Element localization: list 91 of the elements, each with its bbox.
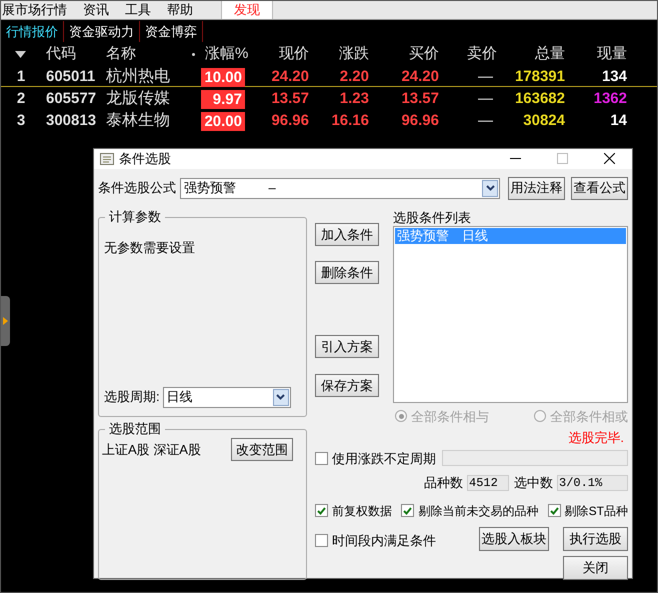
count-field: 4512 [467, 474, 509, 491]
list-label: 选股条件列表 [393, 210, 472, 226]
checkbox[interactable] [315, 504, 328, 517]
table-cell-text: 2 [16, 88, 26, 109]
column-header[interactable]: 买价 [377, 43, 447, 66]
group-title: 计算参数 [105, 208, 165, 224]
checkbox[interactable] [548, 504, 561, 517]
checkbox-label: 使用涨跌不定周期 [332, 450, 436, 468]
table-cell-text: 134 [600, 66, 628, 87]
change-badge: 9.97 [201, 90, 245, 108]
checkbox-label: 时间段内满足条件 [332, 532, 436, 550]
usage-button[interactable]: 用法注释 [508, 176, 565, 200]
period-input-field[interactable] [442, 450, 628, 466]
menu-item[interactable]: 资讯 [75, 1, 117, 19]
close-button[interactable]: 关闭 [563, 556, 628, 580]
table-cell-text: 96.96 [270, 110, 310, 131]
add-condition-button[interactable]: 加入条件 [315, 222, 379, 246]
add-to-block-button[interactable]: 选股入板块 [479, 526, 549, 550]
table-cell-text: 泰林生物 [105, 110, 171, 131]
field-label: 选股周期: [104, 388, 160, 406]
table-cell-text: 13.57 [270, 88, 310, 109]
table-cell-text: 30824 [522, 110, 566, 131]
column-header[interactable]: 现量 [573, 43, 635, 66]
table-cell-text: 1.23 [338, 88, 370, 109]
change-badge: 20.00 [201, 112, 245, 130]
tab[interactable]: 资金博弈 [140, 21, 203, 42]
column-header[interactable]: 总量 [505, 43, 573, 66]
table-cell-text: 13.57 [400, 88, 440, 109]
radio-label: 全部条件相或 [550, 408, 628, 426]
menu-item[interactable]: 发现 [221, 1, 273, 19]
menu-item[interactable]: 展市场行情 [1, 1, 75, 19]
group-title: 选股范围 [105, 420, 165, 436]
checkbox[interactable] [315, 534, 328, 547]
table-cell-text: — [477, 88, 494, 109]
period-dropdown[interactable]: 日线 [162, 386, 291, 408]
table-cell-text: 24.20 [400, 66, 440, 87]
selected-count-field: 3/0.1% [557, 474, 628, 491]
import-scheme-button[interactable]: 引入方案 [315, 334, 379, 358]
table-cell-text: 杭州热电 [105, 66, 171, 87]
delete-condition-button[interactable]: 删除条件 [315, 260, 379, 284]
menu-item[interactable]: 工具 [117, 1, 159, 19]
table-cell-text: 14 [609, 110, 628, 131]
checkbox[interactable] [315, 452, 328, 465]
table-cell-text: 24.20 [270, 66, 310, 87]
column-header[interactable]: 现价 [253, 43, 317, 66]
table-cell-text: 1 [16, 66, 26, 87]
run-screening-button[interactable]: 执行选股 [563, 526, 628, 550]
table-cell-text: 96.96 [400, 110, 440, 131]
table-cell-text: 3 [16, 110, 26, 131]
params-message: 无参数需要设置 [104, 238, 196, 256]
collapse-handle[interactable] [1, 296, 10, 346]
close-icon[interactable] [604, 153, 615, 164]
save-scheme-button[interactable]: 保存方案 [315, 374, 379, 397]
column-header[interactable]: 涨跌 [317, 43, 377, 66]
tab[interactable]: 资金驱动力 [64, 21, 140, 42]
market-scope: 上证A股 深证A股 [102, 440, 201, 459]
field-label: 条件选股公式 [98, 179, 176, 198]
field-label: 选中数 [514, 474, 553, 492]
table-cell-text: 龙版传媒 [105, 88, 171, 109]
radio-label: 全部条件相与 [411, 408, 489, 426]
table-cell-text: 605011 [45, 66, 96, 87]
table-cell-text: 605577 [45, 88, 98, 109]
column-header[interactable]: 卖价 [447, 43, 505, 66]
table-cell-text: 300813 [45, 110, 98, 131]
menu-item[interactable]: 帮助 [159, 1, 201, 19]
tab[interactable]: 行情报价 [1, 21, 64, 42]
field-label: 品种数 [424, 474, 463, 492]
table-cell-text: — [477, 110, 494, 131]
table-cell-text: 16.16 [330, 110, 370, 131]
checkbox-label: 剔除ST品种 [564, 502, 628, 520]
window-title: 条件选股 [119, 150, 171, 168]
checkbox-label: 前复权数据 [332, 502, 392, 520]
table-cell-text: — [477, 66, 494, 87]
table-cell-text: 1362 [592, 88, 628, 109]
column-header[interactable]: 代码 [39, 43, 101, 66]
table-cell-text: 2.20 [338, 66, 370, 87]
table-cell-text: 178391 [514, 66, 566, 87]
status-text: 选股完毕. [568, 429, 624, 447]
table-cell-text: 163682 [514, 88, 566, 109]
formula-dropdown[interactable]: 强势预警 – [180, 178, 500, 198]
change-badge: 10.00 [201, 68, 245, 86]
window-icon [100, 152, 114, 165]
checkbox-label: 剔除当前未交易的品种 [418, 502, 538, 520]
dropdown-icon[interactable] [272, 388, 289, 406]
sort-icon[interactable] [14, 50, 26, 58]
column-header[interactable]: 涨幅% [205, 43, 253, 66]
view-formula-button[interactable]: 查看公式 [571, 176, 628, 200]
change-scope-button[interactable]: 改变范围 [231, 438, 293, 461]
dropdown-icon[interactable] [482, 180, 498, 196]
checkbox[interactable] [401, 504, 414, 517]
column-header[interactable]: 名称 [101, 43, 181, 66]
